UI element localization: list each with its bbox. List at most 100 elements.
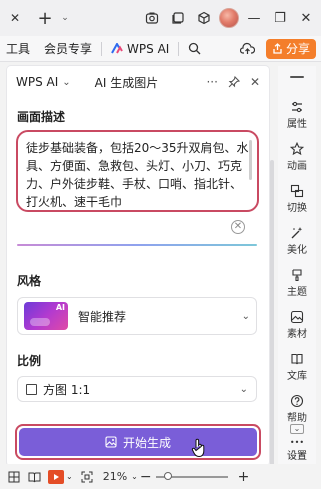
style-select[interactable]: AI 智能推荐 ⌄ bbox=[17, 297, 257, 335]
chevron-down-icon: ⌄ bbox=[62, 76, 71, 88]
image-icon bbox=[105, 436, 117, 448]
sidebar-item-beautify[interactable]: 美化 bbox=[287, 226, 307, 256]
minimize-button[interactable]: — bbox=[243, 7, 265, 29]
book-icon bbox=[28, 472, 40, 482]
share-button[interactable]: 分享 bbox=[265, 38, 316, 59]
zoom-slider[interactable] bbox=[155, 471, 228, 480]
sidebar-item-help[interactable]: 帮助 bbox=[287, 394, 307, 424]
style-label: 风格 bbox=[17, 274, 42, 288]
wps-ai-button[interactable]: WPS AI bbox=[104, 42, 176, 56]
library-icon bbox=[291, 353, 303, 365]
ratio-value: 方图 1:1 bbox=[43, 382, 91, 397]
panel-title: WPS AI bbox=[16, 75, 59, 89]
title-bar: ✕ + ⌄ — ❐ ✕ bbox=[0, 0, 321, 36]
right-sidebar: 属性 动画 切换 美化 主题 素材 文库 帮助 ⌄ ••• 设置 bbox=[278, 66, 316, 466]
search-icon bbox=[189, 42, 201, 55]
chevron-down-icon[interactable]: ⌄ bbox=[66, 472, 73, 481]
help-icon bbox=[290, 394, 304, 408]
assets-icon bbox=[290, 310, 304, 324]
sidebar-item-label: 美化 bbox=[287, 245, 307, 256]
sidebar-item-assets[interactable]: 素材 bbox=[287, 310, 307, 340]
ratio-label: 比例 bbox=[17, 354, 42, 368]
play-slideshow-button[interactable] bbox=[48, 469, 64, 484]
tab-list-dropdown[interactable]: ⌄ bbox=[58, 5, 72, 31]
generate-button[interactable]: 开始生成 bbox=[19, 428, 257, 456]
fit-window-button[interactable] bbox=[77, 467, 97, 487]
cloud-upload-button[interactable] bbox=[233, 42, 262, 55]
divider bbox=[178, 41, 180, 56]
wps-ai-panel: WPS AI ⌄ AI 生成图片 ··· ✕ 画面描述 徒步基础装备，包括20～… bbox=[7, 66, 274, 472]
transition-icon bbox=[290, 184, 304, 198]
sidebar-item-library[interactable]: 文库 bbox=[287, 352, 307, 382]
plus-icon: + bbox=[37, 7, 53, 29]
zoom-slider-knob[interactable] bbox=[163, 471, 172, 480]
zoom-level[interactable]: 21% bbox=[103, 470, 127, 483]
play-icon bbox=[54, 473, 59, 480]
chevron-down-icon: ⌄ bbox=[61, 13, 69, 23]
zoom-out-button[interactable]: − bbox=[140, 469, 152, 485]
share-icon bbox=[273, 43, 282, 54]
generate-label: 开始生成 bbox=[122, 435, 171, 450]
description-textarea[interactable]: 徒步基础装备，包括20～35升双肩包、水具、方便面、急救包、头灯、小刀、巧克力、… bbox=[16, 130, 259, 212]
clear-icon[interactable]: ✕ bbox=[231, 220, 245, 234]
sidebar-item-label: 属性 bbox=[287, 119, 307, 130]
theme-icon bbox=[292, 269, 302, 282]
grid-view-icon bbox=[8, 471, 20, 482]
sidebar-item-settings[interactable]: ••• 设置 bbox=[287, 438, 307, 462]
style-thumbnail: AI bbox=[24, 302, 68, 330]
close-tab-button[interactable]: ✕ bbox=[2, 5, 28, 31]
panel-close-button[interactable]: ✕ bbox=[250, 75, 260, 89]
sidebar-item-theme[interactable]: 主题 bbox=[287, 268, 307, 298]
wps-ai-label: WPS AI bbox=[127, 41, 170, 56]
minimize-icon: — bbox=[247, 10, 261, 26]
pin-button[interactable] bbox=[228, 76, 240, 88]
panel-header: WPS AI ⌄ AI 生成图片 ··· ✕ bbox=[7, 66, 269, 98]
cube-button[interactable] bbox=[193, 7, 215, 29]
sidebar-item-label: 素材 bbox=[287, 329, 307, 340]
sliders-icon bbox=[292, 101, 302, 113]
search-button[interactable] bbox=[181, 42, 208, 55]
tab-ai-image[interactable]: AI 生成图片 bbox=[95, 74, 159, 91]
cloud-upload-icon bbox=[239, 42, 255, 54]
normal-view-button[interactable] bbox=[4, 467, 24, 487]
window-close-button[interactable]: ✕ bbox=[295, 7, 317, 29]
reading-view-button[interactable] bbox=[24, 467, 44, 487]
sidebar-item-animation[interactable]: 动画 bbox=[287, 142, 307, 172]
wps-ai-logo-icon bbox=[111, 43, 123, 54]
magic-icon bbox=[291, 227, 303, 239]
ribbon-toolbar: 工具 会员专享 WPS AI 分享 bbox=[0, 36, 321, 62]
menu-tools[interactable]: 工具 bbox=[0, 40, 37, 57]
more-icon: ··· bbox=[206, 75, 218, 89]
pin-icon bbox=[228, 76, 240, 88]
new-tab-button[interactable]: + bbox=[32, 5, 58, 31]
panel-title-dropdown[interactable]: WPS AI ⌄ bbox=[16, 75, 71, 89]
settings-dots-icon: ••• bbox=[289, 438, 305, 447]
more-button[interactable]: ··· bbox=[206, 75, 217, 89]
square-ratio-icon bbox=[26, 383, 37, 395]
restore-button[interactable]: ❐ bbox=[269, 7, 291, 29]
sidebar-item-transition[interactable]: 切换 bbox=[287, 184, 307, 214]
sidebar-scroll-down-button[interactable]: ⌄ bbox=[290, 424, 304, 434]
thumbnail-decoration bbox=[30, 318, 50, 326]
sidebar-item-properties[interactable]: 属性 bbox=[287, 100, 307, 130]
status-bar: ⌄ 21% ⌄ − + bbox=[0, 464, 321, 489]
chevron-down-icon[interactable]: ⌄ bbox=[131, 472, 138, 481]
cube-icon bbox=[198, 11, 210, 25]
chevron-down-icon: ⌄ bbox=[241, 310, 250, 322]
menu-member[interactable]: 会员专享 bbox=[37, 40, 99, 57]
style-value: 智能推荐 bbox=[78, 309, 127, 324]
avatar[interactable] bbox=[219, 8, 239, 28]
zoom-in-button[interactable]: + bbox=[238, 469, 250, 485]
screenshot-button[interactable] bbox=[141, 7, 163, 29]
panel-scrollbar[interactable] bbox=[270, 160, 274, 472]
hand-cursor-icon bbox=[191, 438, 205, 458]
ai-tag: AI bbox=[55, 303, 65, 312]
textarea-scrollbar[interactable] bbox=[249, 140, 252, 180]
sidebar-item-label: 帮助 bbox=[287, 413, 307, 424]
collapse-icon[interactable] bbox=[290, 76, 304, 78]
close-icon: ✕ bbox=[249, 75, 260, 89]
input-underline bbox=[17, 244, 257, 246]
ratio-select[interactable]: 方图 1:1 ⌄ bbox=[17, 376, 257, 402]
fit-icon bbox=[81, 471, 93, 482]
window-switch-button[interactable] bbox=[167, 7, 189, 29]
